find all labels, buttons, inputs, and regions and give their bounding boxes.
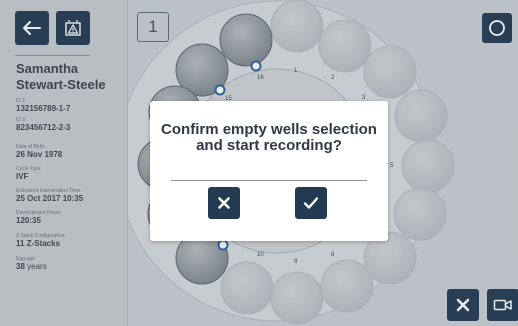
close-icon bbox=[218, 197, 230, 209]
confirm-button[interactable] bbox=[295, 187, 327, 219]
dialog-message: Confirm empty wells selection and start … bbox=[161, 121, 377, 154]
check-icon bbox=[303, 197, 319, 209]
app-screen: Samantha Stewart-Steele ID 1: 132156789-… bbox=[0, 0, 518, 326]
dialog-divider bbox=[171, 180, 367, 181]
confirm-dialog: Confirm empty wells selection and start … bbox=[150, 101, 388, 241]
cancel-button[interactable] bbox=[208, 187, 240, 219]
